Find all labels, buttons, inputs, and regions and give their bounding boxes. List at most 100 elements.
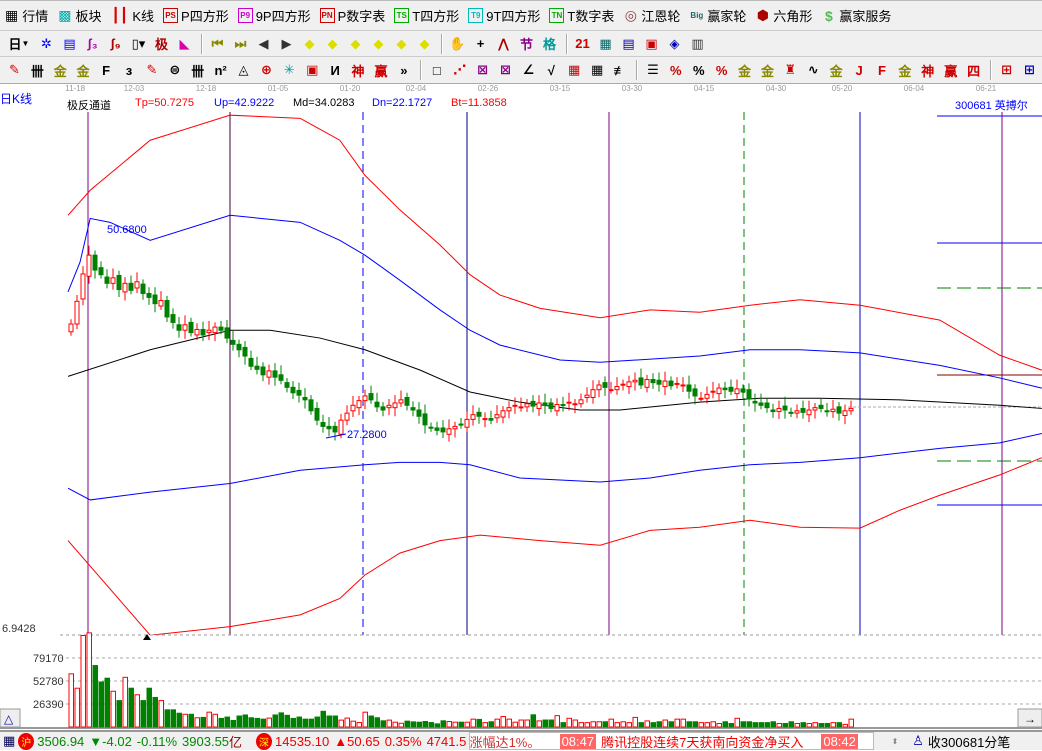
note-icon[interactable]: ▤ [59,33,80,54]
network-icon[interactable]: ◈ [664,33,685,54]
f-angle-icon[interactable]: F [872,60,893,81]
menu-item-11[interactable]: ⬢ 六角形 [755,6,813,25]
shen-icon[interactable]: 神 [348,60,369,81]
zoom-in-icon[interactable]: ◆ [391,33,412,54]
menu-item-12[interactable]: $ 赢家服务 [821,6,891,25]
menu-item-label: P四方形 [181,9,229,24]
last-icon[interactable]: ⏭ [230,33,251,54]
circle-ruler-icon[interactable]: ⊜ [164,60,185,81]
first-icon[interactable]: ⏮ [207,33,228,54]
print-icon[interactable]: ▥ [687,33,708,54]
fan-box-icon[interactable]: ⊠ [472,60,493,81]
menu-item-6[interactable]: TS T四方形 [394,6,459,25]
triangle-icon[interactable]: ◬ [233,60,254,81]
weave-icon[interactable]: ✲ [36,33,57,54]
fan-line-icon[interactable]: ∠ [518,60,539,81]
star-icon[interactable]: ✳ [279,60,300,81]
crosshair-icon[interactable]: + [470,33,491,54]
menu-item-9[interactable]: ◎ 江恩轮 [623,6,681,25]
quote-table-icon[interactable]: ▦ [3,733,15,749]
menu-item-2[interactable]: ┃┃ K线 [111,6,155,25]
news-scroll-icon[interactable]: ⬍ [892,737,899,746]
save-icon[interactable]: ▣ [641,33,662,54]
tower-icon[interactable]: ♜ [780,60,801,81]
candle-icon[interactable]: ▯▾ [128,33,149,54]
more-icon[interactable]: » [393,60,414,81]
extreme-icon[interactable]: 极 [151,33,172,54]
prev-icon[interactable]: ◀ [253,33,274,54]
volume-bar [386,719,392,728]
flag-icon[interactable]: ◣ [174,33,195,54]
candle [182,315,188,339]
candle [536,395,542,416]
menu-item-3[interactable]: PS P四方形 [163,6,229,25]
rect-icon[interactable]: □ [426,60,447,81]
wave9-icon[interactable]: ʃ₉ [105,33,126,54]
v-icon[interactable]: √ [541,60,562,81]
grid-icon[interactable]: 格 [539,33,560,54]
news-headline[interactable]: 腾讯控股连续7天获南向资金净买入 [601,733,803,750]
line-icon[interactable]: ⋀ [493,33,514,54]
si-angle-icon[interactable]: 四 [963,60,984,81]
j-angle-icon[interactable]: J [849,60,870,81]
gold-angle-icon[interactable]: 金 [894,60,915,81]
fan-box2-icon[interactable]: ⊠ [495,60,516,81]
right-arrow-icon[interactable]: ◆ [322,33,343,54]
calculator-icon[interactable]: ▦ [595,33,616,54]
grid-black-icon[interactable]: ▦ [587,60,608,81]
menu-item-0[interactable]: ▦ 行情 [4,6,48,25]
menu-item-7[interactable]: T9 9T四方形 [468,6,540,25]
gold-box-icon[interactable]: 金 [826,60,847,81]
gold2-icon[interactable]: 金 [73,60,94,81]
price-chart[interactable]: 50.6800 27.2800 6.9428 79170 52780 26390 △… [0,112,1042,730]
layout1-icon[interactable]: ⊞ [996,60,1017,81]
candle [518,397,524,412]
menu-item-1[interactable]: ▩ 板块 [57,6,101,25]
left-arrow-icon[interactable]: ◆ [299,33,320,54]
menu-item-10[interactable]: Big 赢家轮 [689,6,746,25]
fan-icon[interactable]: ⋰ [449,60,470,81]
list-icon[interactable]: ☰ [642,60,663,81]
menu-item-5[interactable]: PN P数字表 [319,6,385,25]
wave3-icon[interactable]: ʃ₃ [82,33,103,54]
up-value: Up=42.9222 [214,97,275,109]
pen-icon[interactable]: ✎ [4,60,25,81]
shrink-icon[interactable]: ◆ [368,33,389,54]
gold-lines-icon[interactable]: 金 [757,60,778,81]
news-ticker[interactable]: 涨幅达1%。 08:47 腾讯控股连续7天获南向资金净买入 08:42 [468,732,874,750]
expand-icon[interactable]: ◆ [345,33,366,54]
ying-angle-icon[interactable]: 赢 [940,60,961,81]
volume-bar [176,712,182,728]
period-select[interactable]: 日 ▼ [4,33,34,54]
volume-bar [596,721,602,728]
ying-icon[interactable]: 赢 [371,60,392,81]
layout2-icon[interactable]: ⊞ [1019,60,1040,81]
next-icon[interactable]: ▶ [276,33,297,54]
pct-lines-icon[interactable]: % [711,60,732,81]
hand-icon[interactable]: ✋ [447,33,468,54]
n2-icon[interactable]: n² [210,60,231,81]
pct-red-icon[interactable]: % [665,60,686,81]
target-icon[interactable]: ⊕ [256,60,277,81]
candle [794,404,800,419]
section-icon[interactable]: 节 [516,33,537,54]
f-icon[interactable]: F [96,60,117,81]
ticks-icon[interactable]: 卌 [27,60,48,81]
gold-circle-icon[interactable]: 金 [734,60,755,81]
notebook-icon[interactable]: ▤ [618,33,639,54]
spiral-icon[interactable]: ɜ [119,60,140,81]
square-target-icon[interactable]: ▣ [302,60,323,81]
zoom-out-icon[interactable]: ◆ [414,33,435,54]
rocket-icon[interactable]: ✎ [141,60,162,81]
gold1-icon[interactable]: 金 [50,60,71,81]
pct-icon[interactable]: % [688,60,709,81]
bars-icon[interactable]: 卌 [187,60,208,81]
calendar-icon[interactable]: 21 [572,33,593,54]
sine-icon[interactable]: ∿ [803,60,824,81]
menu-item-4[interactable]: P9 9P四方形 [237,6,311,25]
menu-item-8[interactable]: TN T数字表 [549,6,614,25]
grid-red-icon[interactable]: ▦ [564,60,585,81]
shen-angle-icon[interactable]: 神 [917,60,938,81]
parallel-icon[interactable]: ≢ [610,60,631,81]
n-icon[interactable]: И [325,60,346,81]
